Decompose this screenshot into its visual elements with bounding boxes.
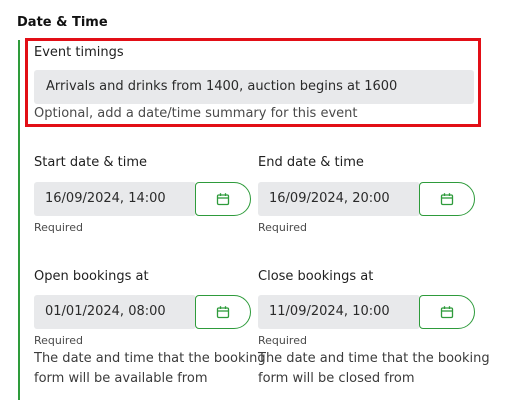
close-bookings-required: Required: [258, 334, 307, 347]
close-bookings-help-line-1: The date and time that the booking: [258, 351, 490, 366]
calendar-icon: [216, 193, 230, 206]
open-bookings-input[interactable]: 01/01/2024, 08:00: [34, 295, 196, 329]
open-bookings-required: Required: [34, 334, 83, 347]
calendar-icon: [216, 306, 230, 319]
end-datetime-label: End date & time: [258, 155, 364, 170]
close-bookings-label: Close bookings at: [258, 269, 374, 284]
open-bookings-label: Open bookings at: [34, 269, 149, 284]
open-bookings-help-line-1: The date and time that the booking: [34, 351, 266, 366]
close-bookings-help-line-2: form will be closed from: [258, 371, 415, 386]
section-accent-rule: [18, 40, 20, 400]
event-timings-hint: Optional, add a date/time summary for th…: [34, 106, 358, 121]
calendar-icon: [440, 193, 454, 206]
calendar-icon: [440, 306, 454, 319]
end-datetime-input[interactable]: 16/09/2024, 20:00: [258, 182, 420, 216]
end-datetime-required: Required: [258, 221, 307, 234]
close-bookings-input[interactable]: 11/09/2024, 10:00: [258, 295, 420, 329]
event-timings-input[interactable]: Arrivals and drinks from 1400, auction b…: [34, 70, 474, 104]
section-title: Date & Time: [17, 15, 108, 30]
open-bookings-calendar-button[interactable]: [195, 295, 251, 329]
start-datetime-input[interactable]: 16/09/2024, 14:00: [34, 182, 196, 216]
close-bookings-calendar-button[interactable]: [419, 295, 475, 329]
start-datetime-calendar-button[interactable]: [195, 182, 251, 216]
end-datetime-calendar-button[interactable]: [419, 182, 475, 216]
event-timings-label: Event timings: [34, 45, 124, 60]
open-bookings-help-line-2: form will be available from: [34, 371, 208, 386]
start-datetime-label: Start date & time: [34, 155, 147, 170]
start-datetime-required: Required: [34, 221, 83, 234]
